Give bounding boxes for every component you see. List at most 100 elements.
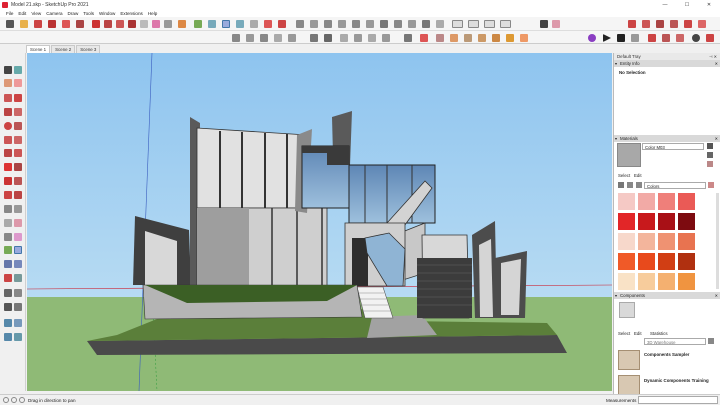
scale-icon[interactable]	[4, 191, 12, 199]
details-icon[interactable]	[708, 182, 714, 188]
xray-icon[interactable]	[380, 20, 388, 28]
three-point-arc-icon[interactable]	[4, 149, 12, 157]
components-header[interactable]: ▾ Components ✕	[614, 292, 720, 299]
swatch[interactable]	[658, 273, 675, 290]
sandbox-contours-icon[interactable]	[656, 20, 664, 28]
look-around-tool-icon[interactable]	[4, 303, 12, 311]
component-thumbnail[interactable]	[618, 350, 640, 370]
menu-window[interactable]: Window	[99, 11, 115, 16]
protractor-icon[interactable]	[478, 34, 486, 42]
maximize-button[interactable]: ☐	[676, 0, 698, 9]
camera-position-icon[interactable]	[232, 34, 240, 42]
swatch[interactable]	[618, 193, 635, 210]
outliner-icon[interactable]	[274, 34, 282, 42]
standard-view-right-icon[interactable]	[338, 20, 346, 28]
sandbox-icon[interactable]	[628, 20, 636, 28]
back-edges-icon[interactable]	[394, 20, 402, 28]
polygon-icon[interactable]	[14, 122, 22, 130]
make-component-icon[interactable]	[14, 66, 22, 74]
trimble-profile-icon[interactable]	[588, 34, 596, 42]
photo-texture-icon[interactable]	[706, 34, 714, 42]
swatch[interactable]	[658, 193, 675, 210]
look-around-icon[interactable]	[260, 34, 268, 42]
swatch[interactable]	[658, 253, 675, 270]
sample-paint-icon[interactable]	[707, 161, 713, 167]
materials-scrollbar[interactable]	[716, 193, 719, 289]
sandbox-from-scratch-icon[interactable]	[14, 319, 22, 327]
minimize-button[interactable]: —	[654, 0, 676, 9]
home-icon[interactable]	[636, 182, 642, 188]
material-name-field[interactable]: Color M03	[642, 143, 704, 150]
help-icon[interactable]	[19, 397, 25, 403]
swatch[interactable]	[618, 253, 635, 270]
solid-subtract-icon[interactable]	[324, 34, 332, 42]
shaded-icon[interactable]	[436, 20, 444, 28]
pan-tool-icon[interactable]	[208, 20, 216, 28]
components-tab-statistics[interactable]: Statistics	[650, 331, 668, 336]
default-material-icon[interactable]	[707, 152, 713, 158]
shadows-icon[interactable]	[404, 34, 412, 42]
panel-close-icon[interactable]: ✕	[715, 61, 718, 66]
back-icon[interactable]	[618, 182, 624, 188]
forward-icon[interactable]	[627, 182, 633, 188]
select-arrow-icon[interactable]	[4, 66, 12, 74]
menu-extensions[interactable]: Extensions	[120, 11, 142, 16]
warehouse-icon[interactable]	[264, 20, 272, 28]
orbit-icon[interactable]	[4, 246, 12, 254]
line-tool-icon[interactable]	[34, 20, 42, 28]
walk-icon[interactable]	[14, 289, 22, 297]
match-photo-icon[interactable]	[436, 34, 444, 42]
follow-me-tool-icon[interactable]	[14, 177, 22, 185]
entity-info-header[interactable]: ▾ Entity Info ✕	[614, 60, 720, 67]
swatch[interactable]	[658, 233, 675, 250]
section-cut-icon[interactable]	[484, 20, 495, 28]
offset-icon[interactable]	[14, 191, 22, 199]
standard-view-left-icon[interactable]	[366, 20, 374, 28]
sandbox-stamp-icon[interactable]	[684, 20, 692, 28]
arc-tool-icon[interactable]	[48, 20, 56, 28]
section-plane-tool-icon[interactable]	[14, 303, 22, 311]
components-tab-select[interactable]: Select	[618, 331, 630, 336]
component-thumbnail[interactable]	[618, 375, 640, 394]
two-point-arc-icon[interactable]	[14, 136, 22, 144]
model-viewport[interactable]	[27, 53, 612, 391]
follow-me-icon[interactable]	[492, 34, 500, 42]
previous-view-icon[interactable]	[250, 20, 258, 28]
geo-location-icon[interactable]	[692, 34, 700, 42]
previous-icon[interactable]	[14, 274, 22, 282]
tab-scene-2[interactable]: Scene 2	[51, 45, 76, 53]
swatch[interactable]	[678, 193, 695, 210]
rotate-tool-icon[interactable]	[104, 20, 112, 28]
extension-warehouse-icon[interactable]	[278, 20, 286, 28]
swatch[interactable]	[638, 273, 655, 290]
menu-camera[interactable]: Camera	[46, 11, 62, 16]
orbit-tool-icon[interactable]	[194, 20, 202, 28]
freehand-icon[interactable]	[14, 94, 22, 102]
circle-icon[interactable]	[4, 122, 12, 130]
pushpull-icon[interactable]	[14, 163, 22, 171]
wireframe-icon[interactable]	[408, 20, 416, 28]
components-tab-edit[interactable]: Edit	[634, 331, 642, 336]
eraser-tool-icon[interactable]	[20, 20, 28, 28]
components-search-input[interactable]: 3D Warehouse	[644, 338, 706, 345]
zoom-extents-icon[interactable]	[236, 20, 244, 28]
tape-measure-tool-icon[interactable]	[4, 205, 12, 213]
swatch[interactable]	[618, 213, 635, 230]
panel-close-icon[interactable]: ✕	[715, 136, 718, 141]
geo-location-status-icon[interactable]	[3, 397, 9, 403]
zoom-extents-tool-icon[interactable]	[4, 274, 12, 282]
swatch[interactable]	[618, 273, 635, 290]
tab-scene-3[interactable]: Scene 3	[76, 45, 101, 53]
solid-split-icon[interactable]	[368, 34, 376, 42]
scene-delete-icon[interactable]	[676, 34, 684, 42]
smoove-icon[interactable]	[4, 333, 12, 341]
section-display-icon[interactable]	[468, 20, 479, 28]
tray-pin-icon[interactable]: ⊣ ✕	[709, 54, 717, 59]
solid-intersect-icon[interactable]	[354, 34, 362, 42]
dimension-icon[interactable]	[464, 34, 472, 42]
stop-icon[interactable]	[617, 34, 625, 42]
materials-tab-select[interactable]: Select	[618, 173, 630, 178]
create-material-icon[interactable]	[707, 143, 713, 149]
zoom-tool-icon[interactable]	[222, 20, 230, 28]
solid-union-icon[interactable]	[310, 34, 318, 42]
